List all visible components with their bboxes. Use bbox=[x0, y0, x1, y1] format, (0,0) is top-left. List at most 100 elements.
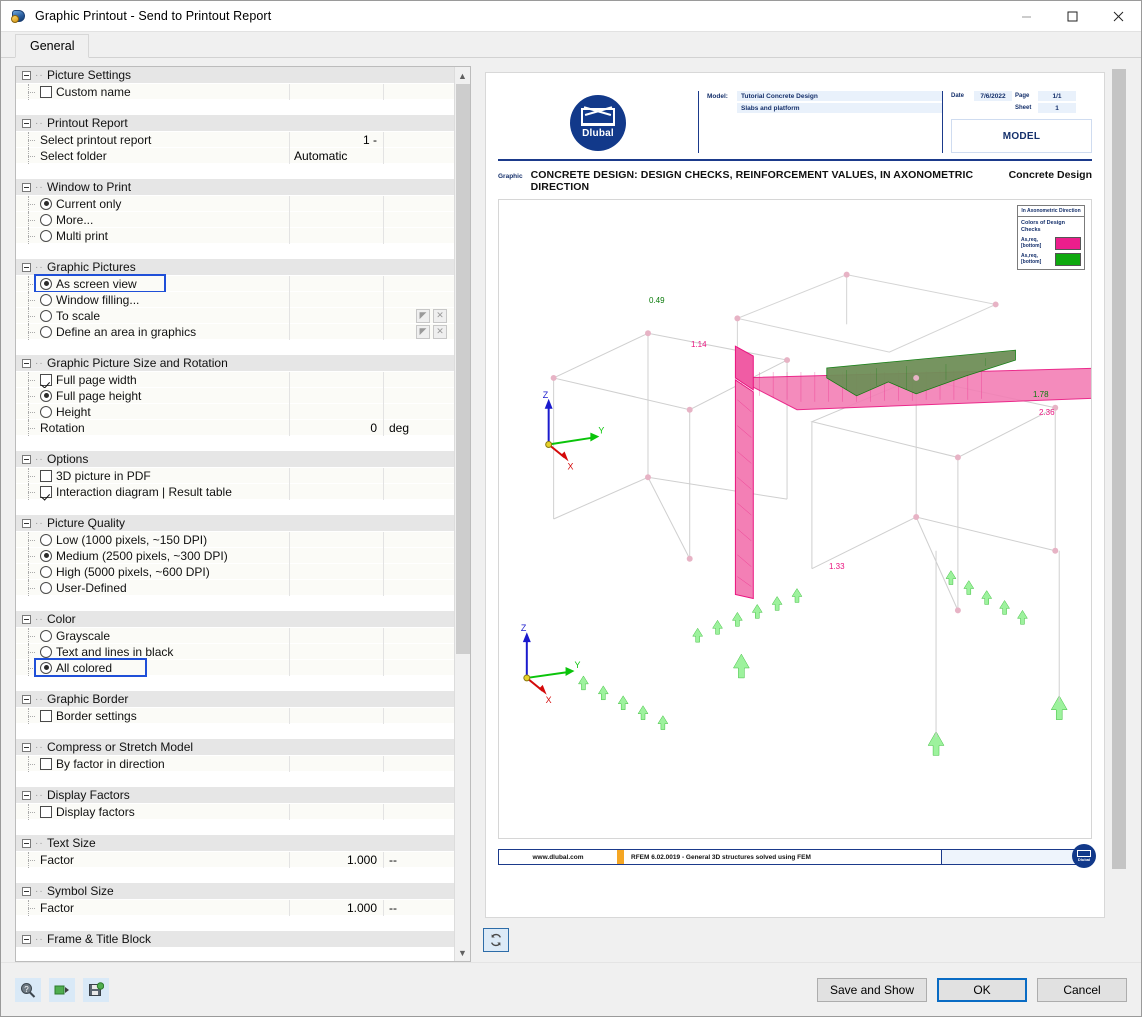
minimize-icon[interactable] bbox=[1003, 1, 1049, 32]
save-settings-icon[interactable] bbox=[83, 977, 109, 1002]
option-row[interactable]: 3D picture in PDF bbox=[16, 467, 454, 484]
option-row[interactable]: Custom name bbox=[16, 83, 454, 100]
option-value[interactable]: 1 - bbox=[363, 133, 377, 147]
section-header[interactable]: ·· Picture Settings bbox=[16, 67, 454, 84]
ok-button[interactable]: OK bbox=[937, 977, 1027, 1002]
checkbox[interactable] bbox=[40, 85, 52, 98]
option-row[interactable]: Window filling... bbox=[16, 291, 454, 308]
options-scroll-thumb[interactable] bbox=[455, 84, 470, 654]
option-row[interactable]: Full page height bbox=[16, 387, 454, 404]
radio-button[interactable] bbox=[40, 565, 52, 578]
option-row[interactable]: High (5000 pixels, ~600 DPI) bbox=[16, 563, 454, 580]
radio-button[interactable] bbox=[40, 197, 52, 210]
option-row[interactable]: Medium (2500 pixels, ~300 DPI) bbox=[16, 547, 454, 564]
cancel-button[interactable]: Cancel bbox=[1037, 977, 1127, 1002]
option-row[interactable]: As screen view bbox=[16, 273, 454, 293]
collapse-icon[interactable] bbox=[22, 694, 31, 704]
option-row[interactable]: Select printout report 1 - bbox=[16, 131, 454, 148]
clear-icon[interactable]: ✕ bbox=[433, 324, 447, 339]
radio-button[interactable] bbox=[40, 661, 52, 674]
radio-button[interactable] bbox=[40, 645, 52, 658]
options-scrollbar[interactable]: ▲ ▼ bbox=[454, 67, 470, 961]
save-and-show-button[interactable]: Save and Show bbox=[816, 977, 927, 1002]
close-icon[interactable] bbox=[1095, 1, 1141, 32]
option-row[interactable]: Rotation 0 deg bbox=[16, 419, 454, 436]
option-row[interactable]: Height bbox=[16, 403, 454, 420]
radio-button[interactable] bbox=[40, 629, 52, 642]
radio-button[interactable] bbox=[40, 533, 52, 546]
report-page[interactable]: Dlubal Model: Tutorial Concrete Design S… bbox=[485, 72, 1105, 918]
collapse-icon[interactable] bbox=[22, 70, 31, 80]
section-header[interactable]: ·· Symbol Size bbox=[16, 883, 454, 900]
section-header[interactable]: ·· Graphic Border bbox=[16, 691, 454, 708]
picker-icon[interactable]: ◤ bbox=[416, 324, 430, 339]
option-row[interactable]: Display factors bbox=[16, 803, 454, 820]
model-canvas[interactable]: In Axonometric Direction Colors of Desig… bbox=[498, 199, 1092, 839]
section-header[interactable]: ·· Color bbox=[16, 611, 454, 628]
preview-scrollbar[interactable] bbox=[1111, 66, 1127, 918]
collapse-icon[interactable] bbox=[22, 742, 31, 752]
collapse-icon[interactable] bbox=[22, 934, 31, 944]
radio-button[interactable] bbox=[40, 229, 52, 242]
option-row[interactable]: Interaction diagram | Result table bbox=[16, 483, 454, 500]
section-header[interactable]: ·· Printout Report bbox=[16, 115, 454, 132]
section-header[interactable]: ·· Window to Print bbox=[16, 179, 454, 196]
option-row[interactable]: To scale ◤ ✕ bbox=[16, 307, 454, 324]
option-row[interactable]: All colored bbox=[16, 657, 454, 677]
option-row[interactable]: Multi print bbox=[16, 227, 454, 244]
option-row[interactable]: Border settings bbox=[16, 707, 454, 724]
collapse-icon[interactable] bbox=[22, 790, 31, 800]
radio-button[interactable] bbox=[40, 277, 52, 290]
checkbox[interactable] bbox=[40, 485, 52, 498]
checkbox[interactable] bbox=[40, 373, 52, 386]
collapse-icon[interactable] bbox=[22, 262, 31, 272]
collapse-icon[interactable] bbox=[22, 838, 31, 848]
radio-button[interactable] bbox=[40, 325, 52, 338]
option-value[interactable]: 1.000 bbox=[347, 901, 377, 915]
section-header[interactable]: ·· Frame & Title Block bbox=[16, 931, 454, 948]
section-header[interactable]: ·· Options bbox=[16, 451, 454, 468]
radio-button[interactable] bbox=[40, 213, 52, 226]
option-row[interactable]: Low (1000 pixels, ~150 DPI) bbox=[16, 531, 454, 548]
checkbox[interactable] bbox=[40, 469, 52, 482]
collapse-icon[interactable] bbox=[22, 614, 31, 624]
radio-button[interactable] bbox=[40, 405, 52, 418]
maximize-icon[interactable] bbox=[1049, 1, 1095, 32]
collapse-icon[interactable] bbox=[22, 118, 31, 128]
section-header[interactable]: ·· Display Factors bbox=[16, 787, 454, 804]
section-header[interactable]: ·· Graphic Pictures bbox=[16, 259, 454, 276]
scroll-down-arrow[interactable]: ▼ bbox=[455, 944, 471, 961]
collapse-icon[interactable] bbox=[22, 182, 31, 192]
option-row[interactable]: Full page width bbox=[16, 371, 454, 388]
collapse-icon[interactable] bbox=[22, 358, 31, 368]
radio-button[interactable] bbox=[40, 389, 52, 402]
option-row[interactable]: Grayscale bbox=[16, 627, 454, 644]
preview-scroll-thumb[interactable] bbox=[1112, 69, 1126, 869]
option-row[interactable]: Factor 1.000 -- bbox=[16, 851, 454, 868]
checkbox[interactable] bbox=[40, 805, 52, 818]
refresh-icon[interactable] bbox=[483, 928, 509, 952]
section-header[interactable]: ·· Graphic Picture Size and Rotation bbox=[16, 355, 454, 372]
section-header[interactable]: ·· Text Size bbox=[16, 835, 454, 852]
checkbox[interactable] bbox=[40, 709, 52, 722]
picker-icon[interactable]: ◤ bbox=[416, 308, 430, 323]
option-value[interactable]: 0 bbox=[370, 421, 377, 435]
option-row[interactable]: Select folder Automatic bbox=[16, 147, 454, 164]
checkbox[interactable] bbox=[40, 757, 52, 770]
clear-icon[interactable]: ✕ bbox=[433, 308, 447, 323]
help-magnifier-icon[interactable]: ? bbox=[15, 977, 41, 1002]
option-row[interactable]: Factor 1.000 -- bbox=[16, 899, 454, 916]
option-row[interactable]: Text and lines in black bbox=[16, 643, 454, 660]
option-row[interactable]: By factor in direction bbox=[16, 755, 454, 772]
radio-button[interactable] bbox=[40, 549, 52, 562]
collapse-icon[interactable] bbox=[22, 886, 31, 896]
option-row[interactable]: Current only bbox=[16, 195, 454, 212]
option-value[interactable]: Automatic bbox=[294, 149, 347, 163]
tab-general[interactable]: General bbox=[15, 34, 90, 58]
scroll-up-arrow[interactable]: ▲ bbox=[455, 67, 471, 84]
collapse-icon[interactable] bbox=[22, 454, 31, 464]
option-row[interactable]: Define an area in graphics ◤ ✕ bbox=[16, 323, 454, 340]
option-row[interactable]: More... bbox=[16, 211, 454, 228]
radio-button[interactable] bbox=[40, 581, 52, 594]
collapse-icon[interactable] bbox=[22, 518, 31, 528]
